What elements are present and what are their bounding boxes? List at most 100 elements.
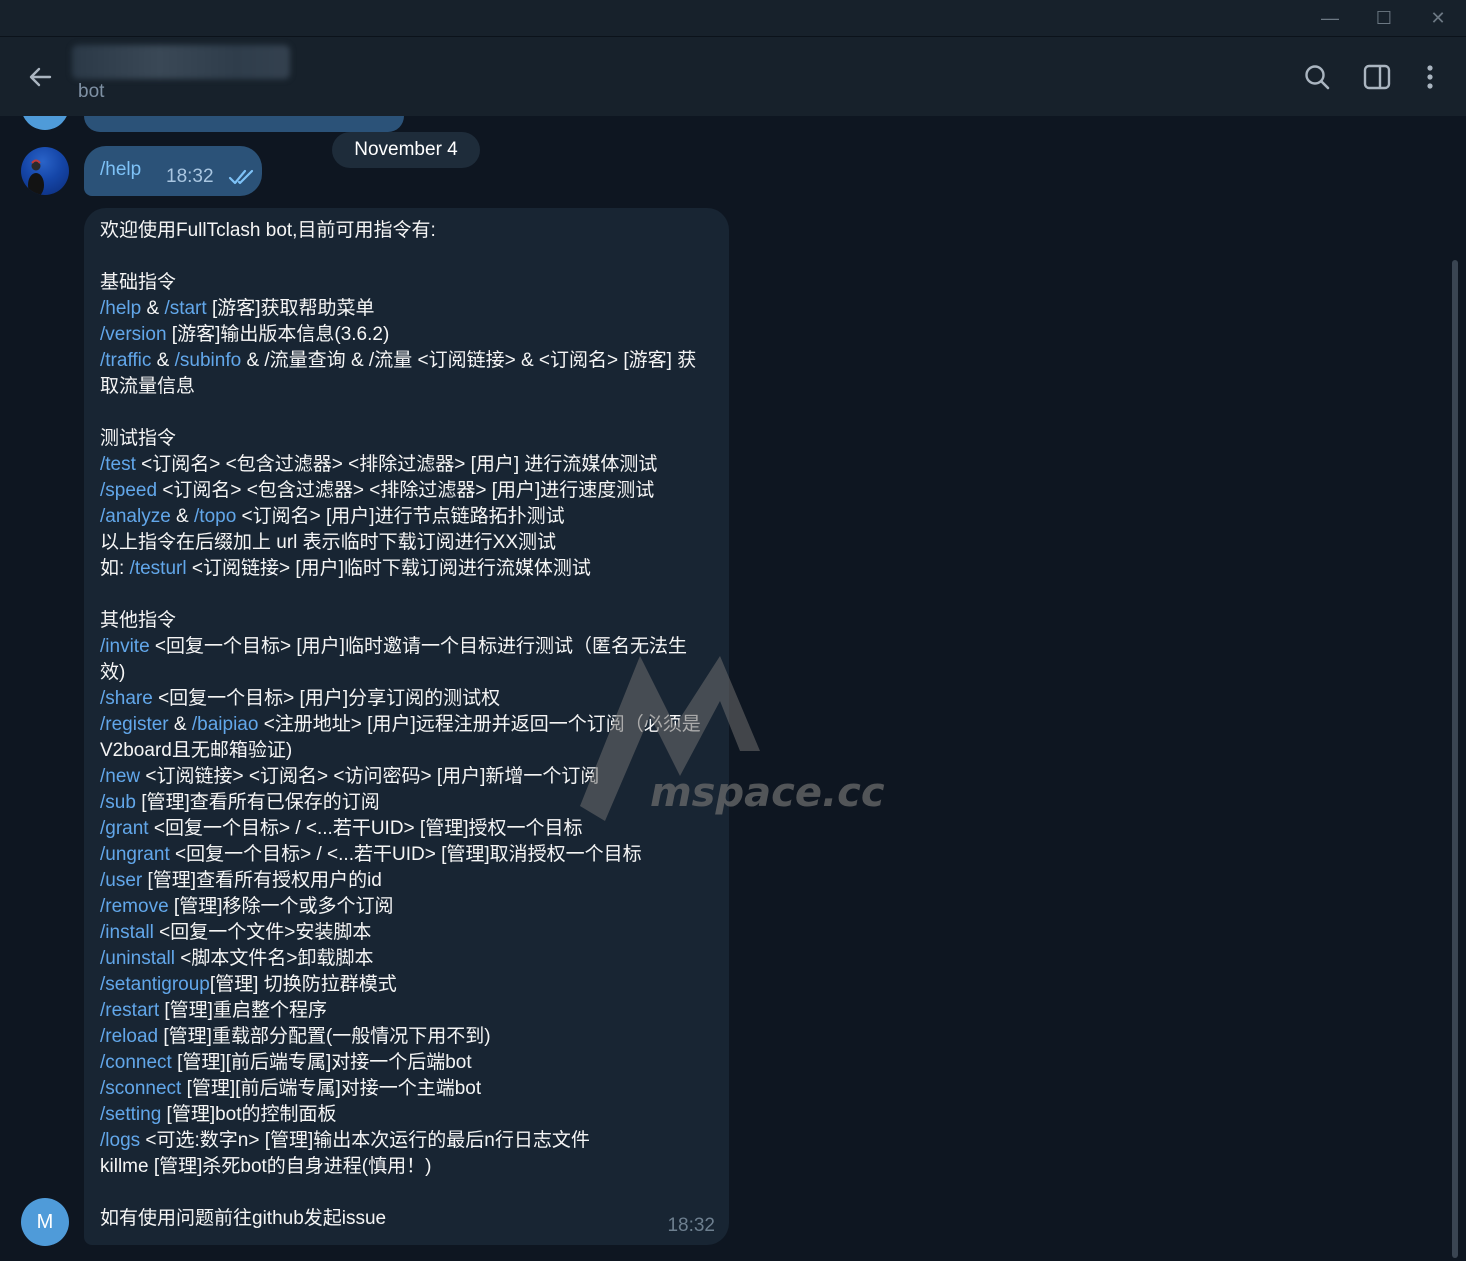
message-text: <订阅链接> <订阅名> <访问密码> [用户]新增一个订阅 [140,766,600,787]
command-link[interactable]: /help [100,298,141,319]
more-vertical-icon[interactable] [1414,61,1446,93]
message-line: /register & /baipiao <注册地址> [用户]远程注册并返回一… [100,712,712,764]
message-line: /logs <可选:数字n> [管理]输出本次运行的最后n行日志文件 [100,1128,712,1154]
message-line: /restart [管理]重启整个程序 [100,998,712,1024]
message-text: & [168,714,192,735]
message-line: /uninstall <脚本文件名>卸载脚本 [100,946,712,972]
message-line: /version [游客]输出版本信息(3.6.2) [100,322,712,348]
command-link[interactable]: /subinfo [175,350,242,371]
message-text: 测试指令 [100,428,177,449]
message-text: <订阅链接> [用户]临时下载订阅进行流媒体测试 [186,558,591,579]
message-text: [管理]查看所有授权用户的id [142,870,382,891]
command-link[interactable]: /version [100,324,167,345]
message-line: /ungrant <回复一个目标> / <...若干UID> [管理]取消授权一… [100,842,712,868]
command-link[interactable]: /reload [100,1026,158,1047]
command-link[interactable]: /connect [100,1052,172,1073]
message-line: 其他指令 [100,608,712,634]
message-line: /new <订阅链接> <订阅名> <访问密码> [用户]新增一个订阅 [100,764,712,790]
command-link[interactable]: /sconnect [100,1078,181,1099]
command-link[interactable]: /invite [100,636,150,657]
message-text: <订阅名> [用户]进行节点链路拓扑测试 [236,506,565,527]
scrollbar-thumb[interactable] [1452,260,1458,1258]
command-link[interactable]: /logs [100,1130,140,1151]
outgoing-message-bubble[interactable]: /help 18:32 [84,146,262,196]
command-link[interactable]: /baipiao [192,714,259,735]
command-link[interactable]: /test [100,454,136,475]
command-link[interactable]: /register [100,714,169,735]
maximize-icon[interactable]: ☐ [1372,6,1396,30]
command-link[interactable]: /topo [194,506,236,527]
message-line: /analyze & /topo <订阅名> [用户]进行节点链路拓扑测试 [100,504,712,530]
message-text: <回复一个目标> / <...若干UID> [管理]授权一个目标 [148,818,583,839]
message-text: & [151,350,175,371]
avatar[interactable]: M [21,1198,69,1246]
command-link[interactable]: /speed [100,480,157,501]
message-text: [管理][前后端专属]对接一个后端bot [171,1052,472,1073]
command-link[interactable]: /install [100,922,154,943]
message-text: <回复一个目标> [用户]分享订阅的测试权 [152,688,501,709]
message-text: <回复一个目标> [用户]临时邀请一个目标进行测试（匿名无法生效) [100,636,687,683]
message-line: /grant <回复一个目标> / <...若干UID> [管理]授权一个目标 [100,816,712,842]
message-line: /help & /start [游客]获取帮助菜单 [100,296,712,322]
message-line: /connect [管理][前后端专属]对接一个后端bot [100,1050,712,1076]
message-text: [管理][前后端专属]对接一个主端bot [181,1078,482,1099]
message-line: /user [管理]查看所有授权用户的id [100,868,712,894]
message-text: 其他指令 [100,610,177,631]
message-text: <脚本文件名>卸载脚本 [175,948,374,969]
command-link[interactable]: /new [100,766,140,787]
avatar[interactable] [21,116,69,130]
message-text: 欢迎使用FullTclash bot,目前可用指令有: [100,220,436,241]
command-link[interactable]: /remove [100,896,169,917]
command-link[interactable]: /share [100,688,153,709]
command-link[interactable]: /grant [100,818,149,839]
command-link[interactable]: /ungrant [100,844,170,865]
avatar[interactable] [21,147,69,195]
command-link[interactable]: /analyze [100,506,171,527]
chat-subtitle: bot [78,81,105,102]
message-text: [管理]移除一个或多个订阅 [168,896,394,917]
back-arrow-icon[interactable] [24,61,56,93]
command-link[interactable]: /uninstall [100,948,175,969]
sidebar-panel-icon[interactable] [1361,61,1393,93]
message-text: [游客]获取帮助菜单 [206,298,375,319]
command-link[interactable]: /user [100,870,142,891]
chat-header: bot [0,36,1466,116]
double-check-icon [228,168,256,191]
command-link[interactable]: /restart [100,1000,159,1021]
outgoing-message-text[interactable]: /help [100,159,141,181]
message-line: /sconnect [管理][前后端专属]对接一个主端bot [100,1076,712,1102]
message-line: /setting [管理]bot的控制面板 [100,1102,712,1128]
message-text: killme [管理]杀死bot的自身进程(慎用！) [100,1156,432,1177]
message-time: 18:32 [166,166,214,187]
command-link[interactable]: /setting [100,1104,161,1125]
message-line: /install <回复一个文件>安装脚本 [100,920,712,946]
message-line: /share <回复一个目标> [用户]分享订阅的测试权 [100,686,712,712]
message-line: 以上指令在后缀加上 url 表示临时下载订阅进行XX测试 [100,530,712,556]
message-line: 如有使用问题前往github发起issue [100,1206,712,1232]
message-text: <订阅名> <包含过滤器> <排除过滤器> [用户]进行速度测试 [157,480,655,501]
message-line: /reload [管理]重载部分配置(一般情况下用不到) [100,1024,712,1050]
message-line: /invite <回复一个目标> [用户]临时邀请一个目标进行测试（匿名无法生效… [100,634,712,686]
message-text: 以上指令在后缀加上 url 表示临时下载订阅进行XX测试 [100,532,557,553]
chat-title-blurred[interactable] [72,45,290,79]
minimize-icon[interactable]: — [1318,6,1342,30]
command-link[interactable]: /sub [100,792,136,813]
command-link[interactable]: /setantigroup [100,974,210,995]
message-line: 如: /testurl <订阅链接> [用户]临时下载订阅进行流媒体测试 [100,556,712,582]
incoming-message-bubble[interactable]: 欢迎使用FullTclash bot,目前可用指令有: 基础指令/help & /… [84,208,729,1245]
command-link[interactable]: /traffic [100,350,151,371]
message-text: [管理]重载部分配置(一般情况下用不到) [158,1026,491,1047]
message-text: <回复一个文件>安装脚本 [153,922,372,943]
scrollbar[interactable] [1452,120,1458,1258]
search-icon[interactable] [1301,61,1333,93]
incoming-message-text: 欢迎使用FullTclash bot,目前可用指令有: 基础指令/help & /… [100,218,712,1232]
message-line: 测试指令 [100,426,712,452]
command-link[interactable]: /testurl [130,558,187,579]
close-icon[interactable]: ✕ [1426,6,1450,30]
chat-area[interactable]: · · · · · · · · · November 4 /help 18:32… [0,116,1466,1261]
command-link[interactable]: /start [164,298,206,319]
message-line: /setantigroup[管理] 切换防拉群模式 [100,972,712,998]
